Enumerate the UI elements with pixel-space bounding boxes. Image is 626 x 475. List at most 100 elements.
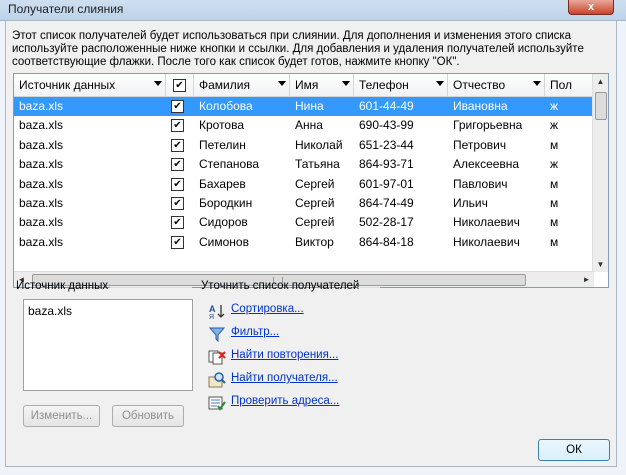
- cell-lastname: Бахарев: [199, 176, 246, 191]
- cell-patronymic: Алексеевна: [453, 157, 520, 172]
- column-header-label: Телефон: [359, 78, 409, 92]
- cell-gender: м: [550, 137, 559, 152]
- filter-link[interactable]: Фильтр...: [231, 326, 279, 338]
- row-checkbox[interactable]: ✔: [171, 177, 184, 191]
- description-text: Этот список получателей будет использова…: [12, 30, 584, 68]
- column-header-checkbox[interactable]: ✔: [166, 74, 194, 96]
- column-header-lastname[interactable]: Фамилия: [194, 74, 290, 96]
- cell-phone: 864-74-49: [359, 195, 414, 210]
- cell-source: baza.xls: [19, 234, 64, 249]
- close-button[interactable]: x: [568, 0, 614, 15]
- row-checkbox[interactable]: ✔: [171, 196, 184, 210]
- datasource-group-label: Источник данных: [16, 280, 109, 292]
- chevron-down-icon[interactable]: [436, 81, 444, 86]
- table-row[interactable]: baza.xls Колобова Нина 601-44-49 Ивановна ж ✔: [14, 97, 594, 117]
- datasource-item[interactable]: baza.xls: [28, 304, 72, 318]
- validate-addresses-link[interactable]: Проверить адреса...: [231, 395, 339, 407]
- cell-phone: 864-84-18: [359, 234, 414, 249]
- find-recipient-link[interactable]: Найти получателя...: [231, 372, 338, 384]
- cell-source: baza.xls: [19, 99, 64, 113]
- grid-header: Источник данных ✔ Фамилия Имя Телефон От…: [14, 74, 594, 97]
- table-row[interactable]: baza.xls Степанова Татьяна 864-93-71 Алексее…: [14, 155, 594, 174]
- table-row[interactable]: baza.xls Петелин Николай 651-23-44 Петрович м…: [14, 136, 594, 155]
- cell-source: baza.xls: [19, 176, 64, 191]
- cell-lastname: Бородкин: [199, 195, 253, 210]
- cell-lastname: Сидоров: [199, 215, 248, 230]
- svg-text:A: A: [209, 304, 216, 314]
- vertical-scrollbar[interactable]: ▲ ▼: [592, 74, 608, 272]
- column-header-phone[interactable]: Телефон: [354, 74, 448, 96]
- chevron-down-icon[interactable]: [533, 81, 541, 86]
- find-duplicates-link[interactable]: Найти повторения...: [231, 349, 338, 361]
- table-row[interactable]: baza.xls Кротова Анна 690-43-99 Григорьевна ж…: [14, 116, 594, 135]
- find-recipient-icon: [208, 372, 226, 388]
- title-bar: Получатели слияния x: [0, 0, 626, 21]
- row-checkbox[interactable]: ✔: [171, 100, 184, 113]
- ok-button[interactable]: ОК: [538, 439, 610, 461]
- cell-firstname: Нина: [295, 99, 324, 113]
- row-checkbox[interactable]: ✔: [171, 216, 184, 230]
- cell-phone: 601-44-49: [359, 99, 414, 113]
- table-row[interactable]: baza.xls Сидоров Сергей 502-28-17 Николаевич…: [14, 213, 594, 232]
- column-header-patronymic[interactable]: Отчество: [448, 74, 545, 96]
- cell-gender: м: [550, 215, 559, 230]
- cell-phone: 651-23-44: [359, 137, 414, 152]
- table-row[interactable]: baza.xls Бородкин Сергей 864-74-49 Ильич м ✔: [14, 194, 594, 213]
- column-header-label: Отчество: [453, 78, 506, 92]
- chevron-down-icon[interactable]: [154, 81, 162, 86]
- edit-button[interactable]: Изменить...: [23, 405, 100, 427]
- vertical-scroll-thumb[interactable]: [595, 92, 607, 120]
- cell-phone: 502-28-17: [359, 215, 414, 230]
- grid-rows: baza.xls Колобова Нина 601-44-49 Ивановна ж ✔ b…: [14, 97, 594, 252]
- cell-patronymic: Петрович: [453, 137, 507, 152]
- chevron-down-icon[interactable]: [278, 81, 286, 86]
- column-header-label: Имя: [295, 78, 319, 92]
- column-header-source[interactable]: Источник данных: [14, 74, 166, 96]
- scroll-down-icon[interactable]: ▼: [593, 257, 608, 272]
- cell-lastname: Кротова: [199, 118, 245, 133]
- cell-firstname: Татьяна: [295, 157, 340, 172]
- filter-icon: [208, 327, 226, 342]
- table-row[interactable]: baza.xls Бахарев Сергей 601-97-01 Павлович м ✔: [14, 175, 594, 194]
- column-header-gender[interactable]: Пол: [545, 74, 594, 96]
- table-row[interactable]: baza.xls Симонов Виктор 864-84-18 Николаевич…: [14, 233, 594, 252]
- cell-patronymic: Николаевич: [453, 234, 520, 249]
- cell-patronymic: Ивановна: [453, 99, 508, 113]
- cell-lastname: Степанова: [199, 157, 260, 172]
- refresh-button[interactable]: Обновить: [112, 405, 184, 427]
- cell-phone: 601-97-01: [359, 176, 414, 191]
- datasource-list[interactable]: baza.xls: [23, 299, 193, 391]
- recipients-grid[interactable]: Источник данных ✔ Фамилия Имя Телефон От…: [13, 73, 609, 288]
- window-title: Получатели слияния: [8, 2, 124, 16]
- cell-source: baza.xls: [19, 137, 64, 152]
- cell-source: baza.xls: [19, 215, 64, 230]
- cell-source: baza.xls: [19, 195, 64, 210]
- row-checkbox[interactable]: ✔: [171, 235, 184, 249]
- cell-firstname: Сергей: [295, 195, 335, 210]
- find-duplicates-icon: [208, 350, 226, 365]
- cell-source: baza.xls: [19, 157, 64, 172]
- cell-lastname: Колобова: [199, 99, 253, 113]
- column-header-firstname[interactable]: Имя: [290, 74, 354, 96]
- row-checkbox[interactable]: ✔: [171, 158, 184, 172]
- sort-icon: A Я: [209, 304, 225, 319]
- chevron-down-icon[interactable]: [342, 81, 350, 86]
- cell-phone: 690-43-99: [359, 118, 414, 133]
- divider: [110, 287, 192, 288]
- validate-addresses-icon: [208, 396, 226, 411]
- sort-link[interactable]: Сортировка...: [231, 303, 304, 315]
- select-all-checkbox[interactable]: ✔: [173, 79, 186, 92]
- cell-gender: м: [550, 176, 559, 191]
- row-checkbox[interactable]: ✔: [171, 119, 184, 133]
- cell-gender: ж: [550, 118, 559, 133]
- cell-patronymic: Павлович: [453, 176, 508, 191]
- row-checkbox[interactable]: ✔: [171, 138, 184, 152]
- scroll-up-icon[interactable]: ▲: [593, 74, 608, 89]
- cell-source: baza.xls: [19, 118, 64, 133]
- cell-firstname: Николай: [295, 137, 343, 152]
- column-header-label: Фамилия: [199, 78, 250, 92]
- cell-gender: ж: [550, 157, 559, 172]
- cell-phone: 864-93-71: [359, 157, 414, 172]
- column-header-label: Источник данных: [19, 78, 116, 92]
- scroll-right-icon[interactable]: ►: [579, 272, 594, 287]
